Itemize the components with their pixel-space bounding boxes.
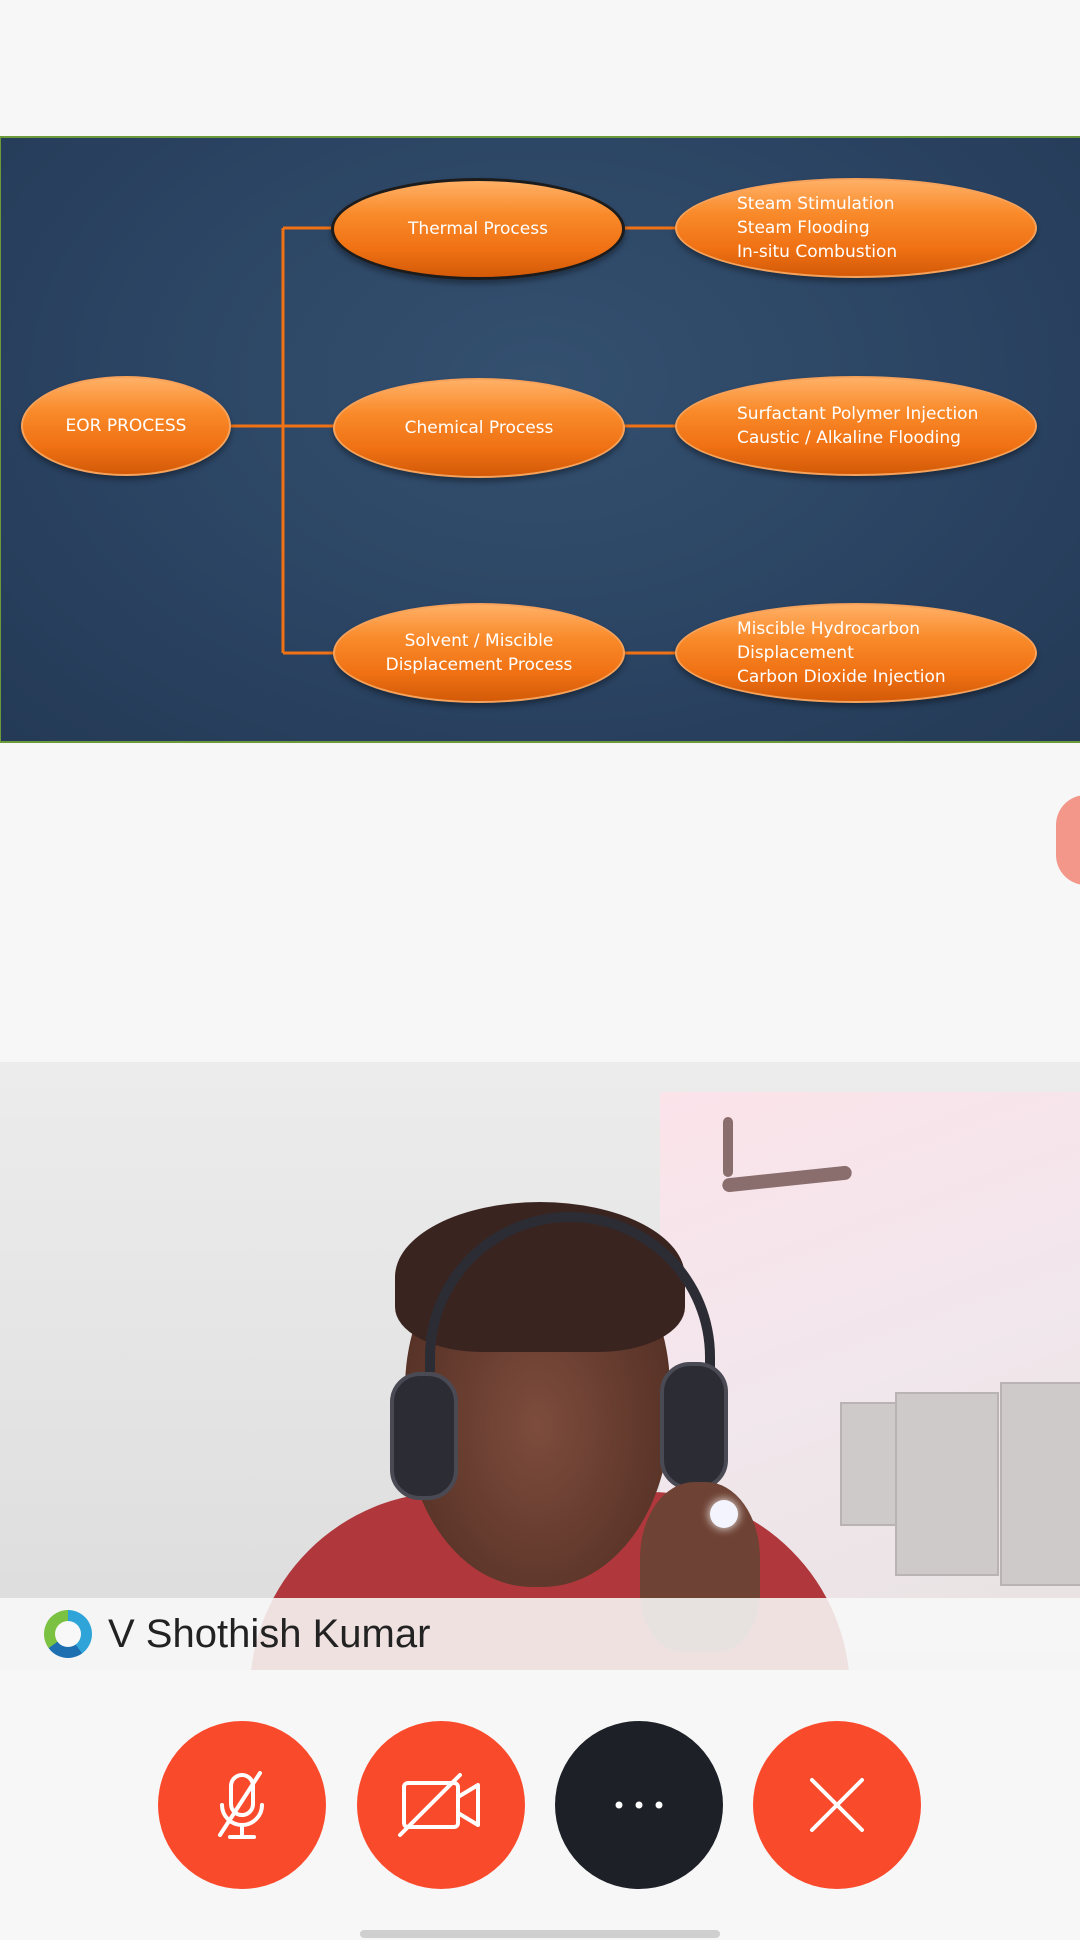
participant-video[interactable] (0, 1062, 1080, 1670)
video-button[interactable] (357, 1721, 525, 1889)
solvent-methods-label: Miscible Hydrocarbon Displacement Carbon… (737, 619, 946, 687)
eor-process-node: EOR PROCESS (21, 376, 231, 476)
more-options-button[interactable] (555, 1721, 723, 1889)
participant-name: V Shothish Kumar (108, 1611, 431, 1656)
chemical-methods-node: Surfactant Polymer Injection Caustic / A… (675, 376, 1037, 476)
wall-shelf (1000, 1382, 1080, 1586)
thermal-process-node: Thermal Process (331, 178, 625, 280)
camera-off-icon (398, 1773, 480, 1837)
solvent-methods-node: Miscible Hydrocarbon Displacement Carbon… (675, 603, 1037, 703)
close-icon (810, 1778, 864, 1832)
chemical-process-label: Chemical Process (404, 418, 554, 438)
thermal-methods-node: Steam Stimulation Steam Flooding In-situ… (675, 178, 1037, 278)
more-dots-icon (615, 1801, 663, 1809)
solvent-process-node: Solvent / Miscible Displacement Process (333, 603, 625, 703)
chemical-methods-label: Surfactant Polymer Injection Caustic / A… (737, 404, 979, 448)
headphone-right (660, 1362, 728, 1490)
wall-shelf (895, 1392, 999, 1576)
webex-presence-icon (44, 1610, 92, 1658)
thermal-methods-label: Steam Stimulation Steam Flooding In-situ… (737, 194, 898, 262)
participant-name-bar: V Shothish Kumar (0, 1598, 1080, 1670)
microphone-muted-icon (218, 1771, 264, 1839)
mute-button[interactable] (158, 1721, 326, 1889)
home-indicator[interactable] (360, 1930, 720, 1938)
headphone-left (390, 1372, 458, 1500)
chemical-process-node: Chemical Process (333, 378, 625, 478)
shared-slide: EOR PROCESS Thermal Process Chemical Pro… (0, 136, 1080, 743)
solvent-process-label: Solvent / Miscible Displacement Process (385, 631, 573, 675)
ceiling-fan-rod (723, 1117, 733, 1177)
thermal-process-label: Thermal Process (408, 219, 548, 239)
ring-glare (710, 1500, 738, 1528)
floating-self-view-tab[interactable] (1056, 795, 1080, 885)
leave-meeting-button[interactable] (753, 1721, 921, 1889)
eor-process-label: EOR PROCESS (65, 416, 187, 436)
